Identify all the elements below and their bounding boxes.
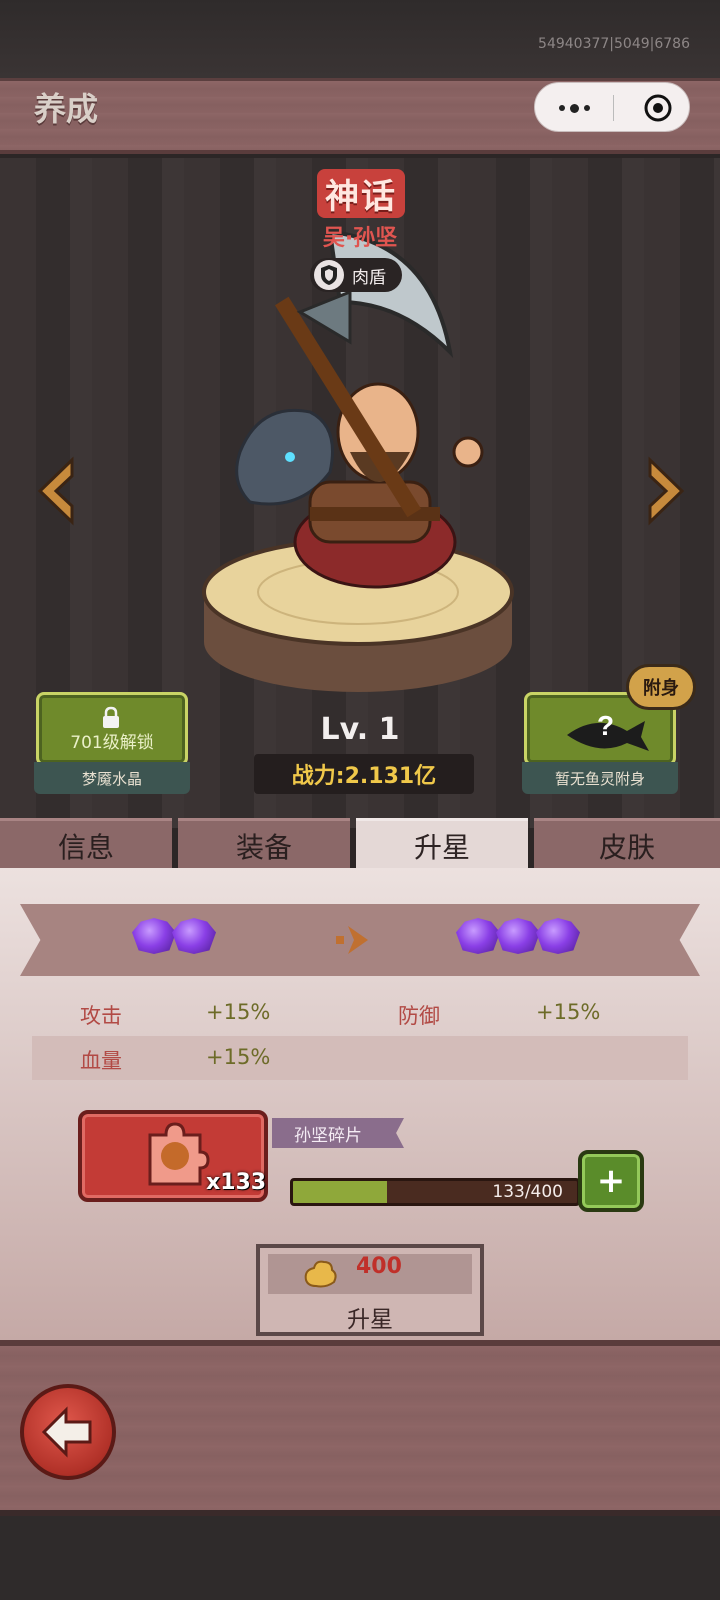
question-mark: ? [597,710,614,741]
role-label: 肉盾 [352,267,386,288]
role-tag: 肉盾 [310,258,402,292]
next-hero-arrow-icon[interactable] [640,456,690,526]
bottom-strip [0,1516,720,1600]
more-dot-icon [569,103,579,113]
lock-icon [103,706,119,728]
stat-row [32,1036,688,1080]
hero-level: Lv. 1 [320,712,400,747]
shard-count: x133 [206,1170,267,1195]
miniprogram-capsule [534,82,690,132]
shard-name: 孙坚碎片 [272,1118,404,1148]
stat-value-defense: +15% [536,1000,601,1024]
rarity-badge: 神话 [296,168,426,218]
stat-value-hp: +15% [206,1045,271,1069]
page-title: 养成 [34,90,99,128]
previous-hero-arrow-icon[interactable] [32,456,82,526]
target-icon [644,94,672,122]
combat-power-box: 战力:2.131亿 [254,754,474,794]
nightmare-crystal-caption: 梦魇水晶 [34,762,190,794]
coin-pile-icon [304,1260,337,1288]
tab-equipment[interactable]: 装备 [178,818,350,870]
close-miniprogram-button[interactable] [625,83,691,133]
combat-power: 战力:2.131亿 [291,764,437,789]
tab-skin[interactable]: 皮肤 [534,818,720,870]
debug-id: 54940377|5049|6786 [538,36,690,52]
stat-label-attack: 攻击 [80,1004,122,1028]
attach-badge[interactable]: 附身 [626,664,696,710]
star-up-button[interactable]: 400 升星 [256,1244,484,1336]
stat-label-hp: 血量 [80,1049,122,1073]
back-button[interactable] [20,1384,116,1480]
shield-icon [314,260,344,290]
more-dot-icon [583,105,590,111]
hero-name: 吴·孙坚 [322,226,398,251]
more-menu-button[interactable] [535,83,613,133]
fish-soul-caption: 暂无鱼灵附身 [522,762,678,794]
more-dot-icon [558,105,565,111]
capsule-divider [613,95,614,121]
tab-star-up[interactable]: 升星 [356,818,528,870]
star-up-label: 升星 [347,1307,393,1333]
stat-value-attack: +15% [206,1000,271,1024]
rarity-label: 神话 [317,168,405,218]
add-shard-button[interactable]: + [578,1150,644,1212]
unlock-level-text: 701级解锁 [70,733,154,753]
puzzle-piece-icon [148,1122,210,1186]
arrow-right-icon [336,926,368,954]
shard-progress-text: 133/400 [492,1182,563,1202]
stat-label-defense: 防御 [398,1004,440,1028]
tab-info[interactable]: 信息 [0,818,172,870]
star-up-cost: 400 [356,1254,402,1279]
shard-progress-bar: 133/400 [290,1178,580,1206]
back-arrow-icon [41,1406,92,1458]
